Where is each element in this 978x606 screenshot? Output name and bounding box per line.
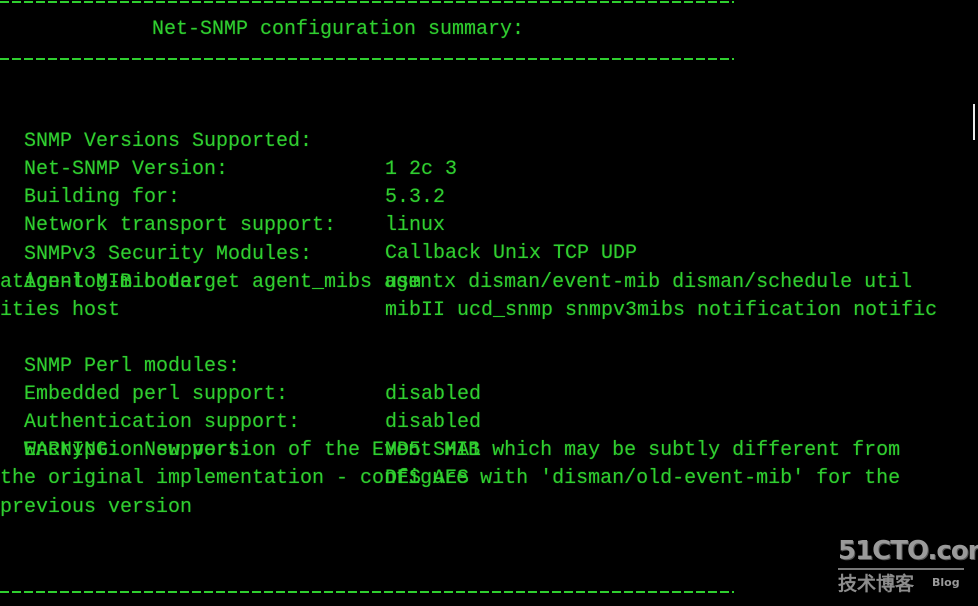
window-edge-mark — [973, 104, 975, 140]
summary-title: Net-SNMP configuration summary: — [152, 18, 525, 41]
dashed-rule-bottom — [0, 591, 734, 593]
warning-line: the original implementation - configure … — [0, 467, 901, 490]
config-value: mibII ucd_snmp snmpv3mibs notification n… — [385, 299, 938, 323]
watermark-tag: Blog — [932, 576, 960, 589]
config-row: Encryption support: DES AES — [0, 409, 978, 490]
dashed-rule-top — [0, 1, 734, 3]
watermark-brand: 51CTO.com — [838, 536, 978, 566]
config-row: SNMP Versions Supported: 1 2c 3 — [0, 100, 978, 181]
wrapped-line: ation-log-mib target agent_mibs agentx d… — [0, 271, 913, 294]
terminal-window: Net-SNMP configuration summary: SNMP Ver… — [0, 0, 978, 606]
config-row: Building for: linux — [0, 156, 978, 237]
warning-line: previous version — [0, 496, 193, 519]
wrapped-line: ities host — [0, 299, 121, 322]
watermark-subtitle: 技术博客 — [838, 573, 915, 595]
config-row: Net-SNMP Version: 5.3.2 — [0, 128, 978, 209]
dashed-rule-under-title — [0, 58, 734, 60]
config-row: SNMP Perl modules: disabled — [0, 325, 978, 406]
warning-line: WARNING: New version of the Event MIB wh… — [0, 439, 901, 462]
config-row: SNMPv3 Security Modules: usm — [0, 213, 978, 294]
config-row: Authentication support: MD5 SHA1 — [0, 381, 978, 462]
config-row: Agent MIB code: mibII ucd_snmp snmpv3mib… — [0, 241, 978, 322]
config-row: Embedded perl support: disabled — [0, 353, 978, 434]
config-row: Network transport support: Callback Unix… — [0, 184, 978, 265]
watermark-logo: 51CTO.com 技术博客 Blog — [838, 537, 978, 597]
